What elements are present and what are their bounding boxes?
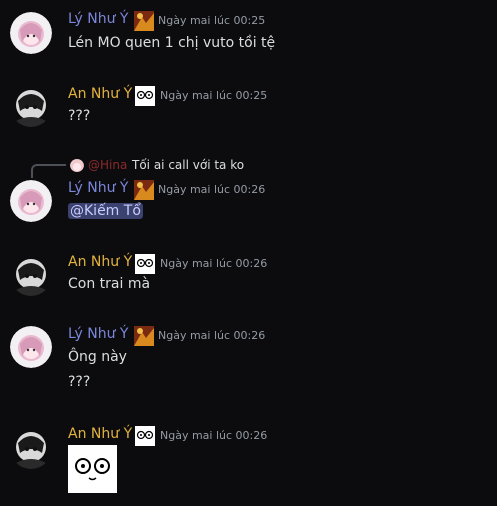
username[interactable]: Lý Như Ý bbox=[68, 326, 128, 342]
avatar-ly[interactable] bbox=[10, 180, 52, 222]
message-text-line-1: Ông này bbox=[68, 349, 127, 365]
face-badge-icon bbox=[135, 86, 155, 106]
timestamp: Ngày mai lúc 00:25 bbox=[158, 14, 266, 27]
timestamp: Ngày mai lúc 00:26 bbox=[158, 183, 266, 196]
reply-avatar[interactable] bbox=[70, 158, 84, 172]
badge-icon bbox=[134, 11, 154, 31]
badge-icon bbox=[134, 326, 154, 346]
username[interactable]: Lý Như Ý bbox=[68, 11, 128, 27]
timestamp: Ngày mai lúc 00:26 bbox=[158, 329, 266, 342]
face-badge-icon bbox=[135, 254, 155, 274]
sticker-face-icon[interactable] bbox=[68, 445, 117, 493]
user-mention[interactable]: @Kiếm Tổ bbox=[68, 203, 143, 219]
face-badge-icon bbox=[135, 426, 155, 446]
message-text: Con trai mà bbox=[68, 276, 151, 292]
reply-connector bbox=[31, 164, 66, 178]
message-text: Lén MO quen 1 chị vuto tồi tệ bbox=[68, 35, 276, 51]
timestamp: Ngày mai lúc 00:26 bbox=[160, 429, 268, 442]
avatar-ly[interactable] bbox=[10, 326, 52, 368]
avatar-an[interactable] bbox=[10, 427, 52, 469]
badge-icon bbox=[134, 180, 154, 200]
message-text: @Kiếm Tổ bbox=[68, 203, 143, 219]
username[interactable]: An Như Ý bbox=[68, 426, 132, 442]
timestamp: Ngày mai lúc 00:25 bbox=[160, 89, 268, 102]
username[interactable]: An Như Ý bbox=[68, 86, 132, 102]
timestamp: Ngày mai lúc 00:26 bbox=[160, 257, 268, 270]
avatar-an[interactable] bbox=[10, 254, 52, 296]
message-text-line-2: ??? bbox=[68, 374, 91, 390]
message-text: ??? bbox=[68, 108, 91, 124]
avatar-ly[interactable] bbox=[10, 12, 52, 54]
reply-text[interactable]: Tối ai call với ta ko bbox=[132, 158, 244, 172]
avatar-an[interactable] bbox=[10, 85, 52, 127]
username[interactable]: Lý Như Ý bbox=[68, 180, 128, 196]
username[interactable]: An Như Ý bbox=[68, 254, 132, 270]
reply-author[interactable]: @Hina bbox=[88, 158, 127, 172]
